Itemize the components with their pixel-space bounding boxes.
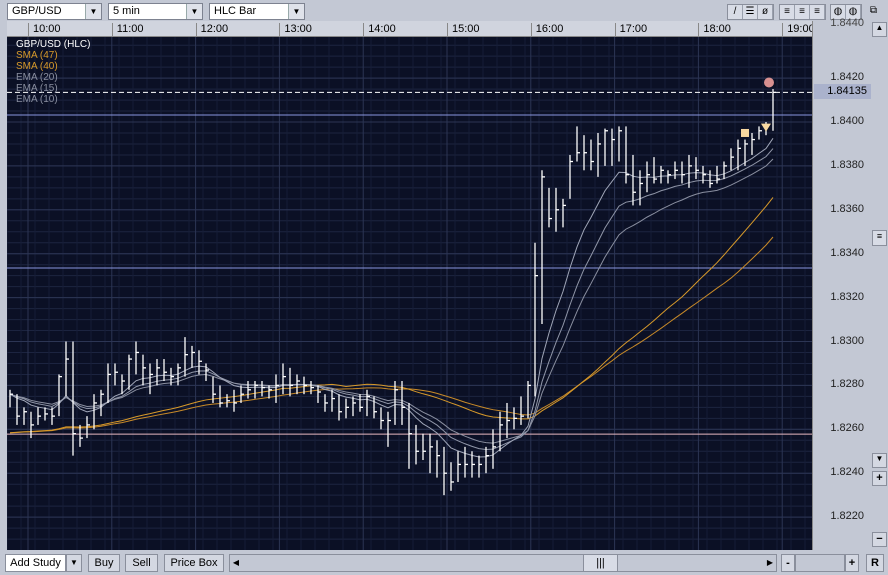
- drawing-tools: / ☰ ø: [727, 4, 774, 20]
- sell-button[interactable]: Sell: [125, 554, 158, 572]
- circle-marker: [764, 77, 774, 88]
- grid3-icon[interactable]: ≡: [810, 5, 825, 19]
- grid-tools: ≡ ≡ ≡: [779, 4, 826, 20]
- time-label: 18:00: [698, 23, 731, 37]
- scroll-thumb[interactable]: ≡: [872, 230, 887, 246]
- zoom-slider[interactable]: [795, 554, 845, 572]
- hline-tool-icon[interactable]: ☰: [743, 5, 758, 19]
- price-label: 1.8240: [830, 466, 864, 479]
- legend-item: EMA (20): [16, 72, 58, 83]
- legend-item: SMA (47): [16, 50, 58, 61]
- scroll-up-icon[interactable]: ▲: [872, 22, 887, 37]
- scroll-right-icon[interactable]: ▶: [764, 555, 776, 571]
- scroll-left-icon[interactable]: ◀: [230, 555, 242, 571]
- window-tools: ⧉: [866, 4, 881, 20]
- buy-button[interactable]: Buy: [88, 554, 120, 572]
- price-label-partial: 1.8440: [830, 17, 864, 29]
- time-label: 14:00: [363, 23, 396, 37]
- price-label: 1.8420: [830, 71, 864, 84]
- legend-item: EMA (10): [16, 94, 58, 105]
- zoom-out-button[interactable]: -: [781, 554, 795, 572]
- moving-average-line: [9, 158, 774, 444]
- price-axis[interactable]: 1.8420 1.8400 1.8380 1.8360 1.8340 1.8320 1.83…: [812, 17, 871, 550]
- chart-type-select[interactable]: HLC Bar ▼: [209, 3, 305, 20]
- price-label: 1.8340: [830, 246, 864, 259]
- price-box-button[interactable]: Price Box: [164, 554, 224, 572]
- window-icon[interactable]: ⧉: [866, 4, 881, 18]
- chevron-down-icon[interactable]: ▼: [85, 4, 101, 19]
- chevron-down-icon[interactable]: ▼: [186, 4, 202, 19]
- no-draw-icon[interactable]: ø: [758, 5, 773, 19]
- chart-type-value: HLC Bar: [214, 5, 257, 17]
- vertical-scrollbar[interactable]: ▲ ≡ ▼ + −: [871, 21, 888, 550]
- scroll-down-icon[interactable]: ▼: [872, 453, 887, 468]
- time-label: 16:00: [530, 23, 563, 37]
- moving-average-line: [9, 148, 774, 450]
- scroll-thumb[interactable]: |||: [583, 555, 618, 571]
- reset-button[interactable]: R: [866, 554, 884, 572]
- price-label: 1.8400: [830, 115, 864, 127]
- square-marker: [741, 128, 749, 137]
- time-axis: 10:00 11:00 12:00 13:00 14:00 15:00 16:00 17:00…: [7, 21, 815, 37]
- grid1-icon[interactable]: ≡: [780, 5, 795, 19]
- interval-value: 5 min: [113, 5, 140, 17]
- time-label: 17:00: [614, 23, 647, 37]
- add-study-button[interactable]: Add Study: [5, 554, 66, 572]
- price-label: 1.8300: [830, 334, 864, 347]
- price-label: 1.8380: [830, 158, 864, 171]
- price-chart[interactable]: GBP/USD (HLC) SMA (47) SMA (40) EMA (20) EMA…: [6, 33, 812, 550]
- zoom-out-vertical-icon[interactable]: −: [872, 532, 887, 547]
- time-label: 11:00: [111, 23, 144, 37]
- time-label: 10:00: [28, 23, 61, 37]
- time-label: 12:00: [195, 23, 228, 37]
- moving-average-line: [9, 197, 774, 434]
- price-label: 1.8220: [830, 510, 864, 523]
- time-label: 19:00: [782, 23, 815, 37]
- current-price-label: 1.84135: [814, 84, 871, 99]
- legend-item: GBP/USD (HLC): [16, 39, 91, 50]
- grid2-icon[interactable]: ≡: [795, 5, 810, 19]
- price-label: 1.8320: [830, 290, 864, 303]
- add-study-dropdown-icon[interactable]: ▼: [66, 554, 82, 572]
- interval-select[interactable]: 5 min ▼: [108, 3, 203, 20]
- horizontal-scrollbar[interactable]: ◀ ||| ▶: [229, 554, 777, 572]
- moving-average-line: [9, 236, 774, 434]
- price-label: 1.8280: [830, 378, 864, 391]
- zoom-in-button[interactable]: +: [845, 554, 859, 572]
- chevron-down-icon[interactable]: ▼: [288, 4, 304, 19]
- price-label: 1.8260: [830, 422, 864, 435]
- time-label: 15:00: [447, 23, 480, 37]
- symbol-select[interactable]: GBP/USD ▼: [7, 3, 102, 20]
- line-tool-icon[interactable]: /: [728, 5, 743, 19]
- legend-item: EMA (15): [16, 83, 58, 94]
- zoom-in-vertical-icon[interactable]: +: [872, 471, 887, 486]
- symbol-value: GBP/USD: [12, 5, 62, 17]
- price-label: 1.8360: [830, 202, 864, 215]
- legend-item: SMA (40): [16, 61, 58, 72]
- time-label: 13:00: [279, 23, 312, 37]
